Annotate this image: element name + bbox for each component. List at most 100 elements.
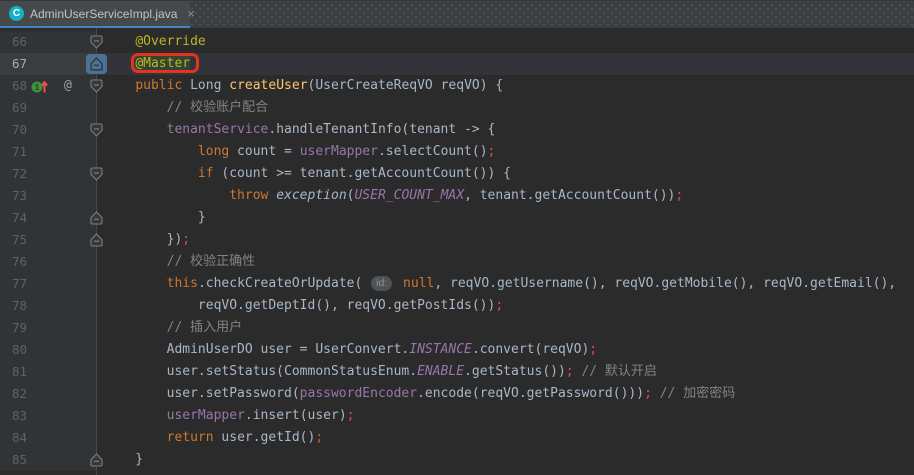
line-number: 67 [12, 53, 27, 75]
master-annotation-highlight: @Master [135, 56, 190, 71]
line-number: 78 [12, 295, 27, 317]
code-line-text: tenantService.handleTenantInfo(tenant ->… [97, 119, 914, 141]
code-line-text: return user.getId(); [97, 427, 914, 449]
line-number: 80 [12, 339, 27, 361]
gutter-cell[interactable]: 68 1 @ [0, 75, 97, 97]
editor-line-67[interactable]: 67 @Master [0, 53, 914, 75]
code-line-text: @Master [97, 53, 914, 75]
editor-line-71[interactable]: 71 long count = userMapper.selectCount()… [0, 141, 914, 163]
line-number: 84 [12, 427, 27, 449]
gutter-cell[interactable]: 79 [0, 317, 97, 339]
line-number: 77 [12, 273, 27, 295]
tab-title: AdminUserServiceImpl.java [30, 7, 177, 21]
gutter-cell[interactable]: 80 [0, 339, 97, 361]
fold-region-end-icon [90, 57, 103, 71]
gutter-cell[interactable]: 83 [0, 405, 97, 427]
gutter-cell[interactable]: 70 [0, 119, 97, 141]
svg-text:1: 1 [35, 82, 40, 92]
ide-window: C AdminUserServiceImpl.java × 66 @Overri… [0, 0, 914, 475]
editor-line-81[interactable]: 81 user.setStatus(CommonStatusEnum.ENABL… [0, 361, 914, 383]
line-number: 76 [12, 251, 27, 273]
fold-region-selected[interactable] [86, 54, 107, 74]
editor-line-77[interactable]: 77 this.checkCreateOrUpdate( id: null, r… [0, 273, 914, 295]
editor-line-83[interactable]: 83 userMapper.insert(user); [0, 405, 914, 427]
fold-region-end-icon[interactable] [90, 211, 103, 225]
gutter-cell[interactable]: 72 [0, 163, 97, 185]
override-marker-icon[interactable]: 1 [31, 78, 50, 99]
line-number: 79 [12, 317, 27, 339]
line-number: 83 [12, 405, 27, 427]
gutter-cell[interactable]: 77 [0, 273, 97, 295]
editor-line-78[interactable]: 78 reqVO.getDeptId(), reqVO.getPostIds()… [0, 295, 914, 317]
code-line-text: AdminUserDO user = UserConvert.INSTANCE.… [97, 339, 914, 361]
gutter-cell[interactable]: 66 [0, 31, 97, 53]
editor-line-85[interactable]: 85 } [0, 449, 914, 471]
line-number: 68 [12, 75, 27, 97]
code-lines-container: 66 @Override67 @Master681@ public Long c… [0, 31, 914, 471]
editor-line-84[interactable]: 84 return user.getId(); [0, 427, 914, 449]
editor-tab-bar: C AdminUserServiceImpl.java × [0, 0, 914, 28]
gutter-cell[interactable]: 75 [0, 229, 97, 251]
editor-line-72[interactable]: 72 if (count >= tenant.getAccountCount()… [0, 163, 914, 185]
tab-adminuserserviceimpl[interactable]: C AdminUserServiceImpl.java × [0, 1, 190, 26]
editor-line-79[interactable]: 79 // 插入用户 [0, 317, 914, 339]
code-line-text: user.setPassword(passwordEncoder.encode(… [97, 383, 914, 405]
code-line-text: this.checkCreateOrUpdate( id: null, reqV… [97, 273, 914, 295]
code-line-text: throw exception(USER_COUNT_MAX, tenant.g… [97, 185, 914, 207]
editor-line-80[interactable]: 80 AdminUserDO user = UserConvert.INSTAN… [0, 339, 914, 361]
editor-line-66[interactable]: 66 @Override [0, 31, 914, 53]
line-number: 74 [12, 207, 27, 229]
gutter-border-line [96, 28, 97, 475]
gutter-cell[interactable]: 81 [0, 361, 97, 383]
tab-close-icon[interactable]: × [187, 7, 195, 20]
annotation-at-icon[interactable]: @ [64, 75, 72, 97]
fold-region-end-icon[interactable] [90, 233, 103, 247]
fold-region-start-icon[interactable] [90, 167, 103, 181]
editor-line-74[interactable]: 74 } [0, 207, 914, 229]
gutter-cell[interactable]: 67 [0, 53, 97, 75]
fold-region-start-icon[interactable] [90, 123, 103, 137]
code-line-text: long count = userMapper.selectCount(); [97, 141, 914, 163]
gutter-cell[interactable]: 74 [0, 207, 97, 229]
gutter-cell[interactable]: 69 [0, 97, 97, 119]
gutter-cell[interactable]: 85 [0, 449, 97, 471]
code-line-text: // 校验正确性 [97, 251, 914, 273]
code-line-text: @Override [97, 31, 914, 53]
code-line-text: // 插入用户 [97, 317, 914, 339]
editor-line-69[interactable]: 69 // 校验账户配合 [0, 97, 914, 119]
fold-region-start-icon[interactable] [90, 35, 103, 49]
gutter-cell[interactable]: 82 [0, 383, 97, 405]
gutter-cell[interactable]: 73 [0, 185, 97, 207]
code-line-text: } [97, 207, 914, 229]
editor-line-82[interactable]: 82 user.setPassword(passwordEncoder.enco… [0, 383, 914, 405]
code-line-text: }); [97, 229, 914, 251]
code-editor[interactable]: 66 @Override67 @Master681@ public Long c… [0, 28, 914, 475]
gutter-cell[interactable]: 71 [0, 141, 97, 163]
editor-line-75[interactable]: 75 }); [0, 229, 914, 251]
editor-line-70[interactable]: 70 tenantService.handleTenantInfo(tenant… [0, 119, 914, 141]
code-line-text: } [97, 449, 914, 471]
code-line-text: // 校验账户配合 [97, 97, 914, 119]
line-number: 70 [12, 119, 27, 141]
editor-line-73[interactable]: 73 throw exception(USER_COUNT_MAX, tenan… [0, 185, 914, 207]
line-number: 72 [12, 163, 27, 185]
line-number: 75 [12, 229, 27, 251]
gutter-cell[interactable]: 84 [0, 427, 97, 449]
code-line-text: userMapper.insert(user); [97, 405, 914, 427]
fold-region-start-icon[interactable] [90, 79, 103, 93]
editor-line-76[interactable]: 76 // 校验正确性 [0, 251, 914, 273]
code-line-text: public Long createUser(UserCreateReqVO r… [97, 75, 914, 97]
code-line-text: user.setStatus(CommonStatusEnum.ENABLE.g… [97, 361, 914, 383]
line-number: 69 [12, 97, 27, 119]
line-number: 73 [12, 185, 27, 207]
gutter-cell[interactable]: 76 [0, 251, 97, 273]
code-line-text: if (count >= tenant.getAccountCount()) { [97, 163, 914, 185]
fold-region-end-icon[interactable] [90, 453, 103, 467]
java-class-icon: C [9, 6, 24, 21]
code-line-text: reqVO.getDeptId(), reqVO.getPostIds()); [97, 295, 914, 317]
gutter-cell[interactable]: 78 [0, 295, 97, 317]
editor-line-68[interactable]: 68 1 @ public Long createUser(UserCreateRe… [0, 75, 914, 97]
line-number: 71 [12, 141, 27, 163]
line-number: 66 [12, 31, 27, 53]
line-number: 82 [12, 383, 27, 405]
